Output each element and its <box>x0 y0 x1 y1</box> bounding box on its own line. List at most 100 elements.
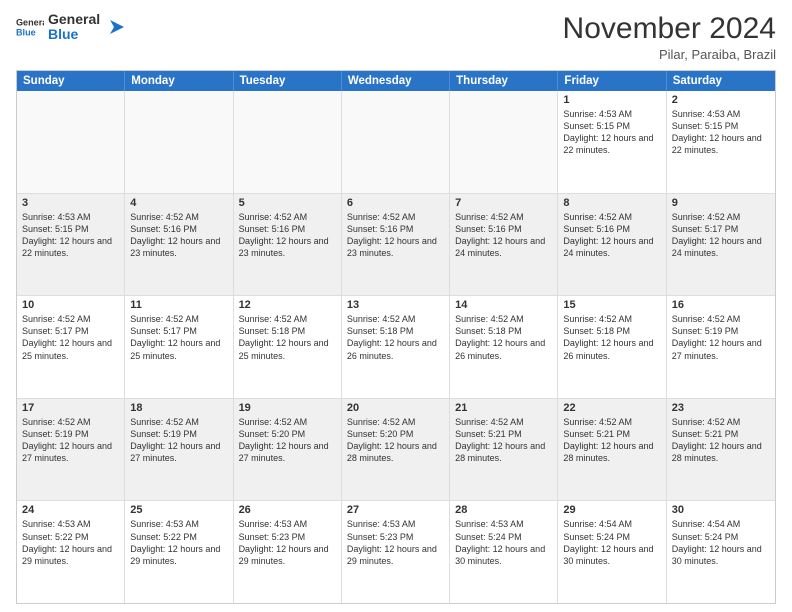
day-number: 30 <box>672 504 770 516</box>
empty-cell-w0c2 <box>234 91 342 193</box>
day-cell-3: 3 Sunrise: 4:53 AMSunset: 5:15 PMDaylight… <box>17 194 125 296</box>
logo-blue: Blue <box>48 27 100 42</box>
day-cell-21: 21 Sunrise: 4:52 AMSunset: 5:21 PMDayligh… <box>450 399 558 501</box>
header: General Blue General Blue November 2024 … <box>16 12 776 62</box>
day-cell-7: 7 Sunrise: 4:52 AMSunset: 5:16 PMDaylight… <box>450 194 558 296</box>
day-cell-14: 14 Sunrise: 4:52 AMSunset: 5:18 PMDayligh… <box>450 296 558 398</box>
day-info: Sunrise: 4:54 AMSunset: 5:24 PMDaylight:… <box>672 518 770 567</box>
day-info: Sunrise: 4:52 AMSunset: 5:18 PMDaylight:… <box>347 313 444 362</box>
day-info: Sunrise: 4:53 AMSunset: 5:22 PMDaylight:… <box>22 518 119 567</box>
week-row-1: 1 Sunrise: 4:53 AMSunset: 5:15 PMDaylight… <box>17 91 775 194</box>
day-info: Sunrise: 4:52 AMSunset: 5:18 PMDaylight:… <box>455 313 552 362</box>
day-number: 19 <box>239 402 336 414</box>
day-cell-25: 25Sunrise: 4:53 AMSunset: 5:22 PMDayligh… <box>125 501 233 603</box>
day-cell-17: 17Sunrise: 4:52 AMSunset: 5:19 PMDayligh… <box>17 399 125 501</box>
day-number: 6 <box>347 197 444 209</box>
week-row-5: 24 Sunrise: 4:53 AMSunset: 5:22 PMDayligh… <box>17 501 775 603</box>
title-block: November 2024 Pilar, Paraiba, Brazil <box>563 12 776 62</box>
month-title: November 2024 <box>563 12 776 45</box>
day-number: 20 <box>347 402 444 414</box>
logo-icon: General Blue <box>16 13 44 41</box>
day-cell-27: 27Sunrise: 4:53 AMSunset: 5:23 PMDayligh… <box>342 501 450 603</box>
svg-text:General: General <box>16 18 44 28</box>
day-number: 10 <box>22 299 119 311</box>
day-info: Sunrise: 4:52 AMSunset: 5:17 PMDaylight:… <box>672 211 770 260</box>
day-number: 1 <box>563 94 660 106</box>
calendar-body: 1 Sunrise: 4:53 AMSunset: 5:15 PMDaylight… <box>17 91 775 603</box>
day-cell-22: 22Sunrise: 4:52 AMSunset: 5:21 PMDayligh… <box>558 399 666 501</box>
day-number: 26 <box>239 504 336 516</box>
day-info: Sunrise: 4:52 AMSunset: 5:19 PMDaylight:… <box>672 313 770 362</box>
header-day-monday: Monday <box>125 71 233 91</box>
calendar: SundayMondayTuesdayWednesdayThursdayFrid… <box>16 70 776 604</box>
week-row-2: 3 Sunrise: 4:53 AMSunset: 5:15 PMDaylight… <box>17 194 775 297</box>
day-info: Sunrise: 4:52 AMSunset: 5:21 PMDaylight:… <box>672 416 770 465</box>
day-cell-18: 18 Sunrise: 4:52 AMSunset: 5:19 PMDayligh… <box>125 399 233 501</box>
header-day-saturday: Saturday <box>667 71 775 91</box>
day-info: Sunrise: 4:52 AMSunset: 5:16 PMDaylight:… <box>455 211 552 260</box>
day-cell-24: 24 Sunrise: 4:53 AMSunset: 5:22 PMDayligh… <box>17 501 125 603</box>
logo-general: General <box>48 12 100 27</box>
header-day-friday: Friday <box>558 71 666 91</box>
day-cell-6: 6 Sunrise: 4:52 AMSunset: 5:16 PMDaylight… <box>342 194 450 296</box>
page: General Blue General Blue November 2024 … <box>0 0 792 612</box>
day-info: Sunrise: 4:52 AMSunset: 5:19 PMDaylight:… <box>22 416 119 465</box>
day-info: Sunrise: 4:52 AMSunset: 5:16 PMDaylight:… <box>239 211 336 260</box>
header-day-wednesday: Wednesday <box>342 71 450 91</box>
day-number: 21 <box>455 402 552 414</box>
day-number: 12 <box>239 299 336 311</box>
day-number: 28 <box>455 504 552 516</box>
day-number: 18 <box>130 402 227 414</box>
day-number: 7 <box>455 197 552 209</box>
day-number: 13 <box>347 299 444 311</box>
day-cell-30: 30 Sunrise: 4:54 AMSunset: 5:24 PMDayligh… <box>667 501 775 603</box>
day-number: 27 <box>347 504 444 516</box>
day-number: 23 <box>672 402 770 414</box>
day-cell-29: 29Sunrise: 4:54 AMSunset: 5:24 PMDayligh… <box>558 501 666 603</box>
day-info: Sunrise: 4:52 AMSunset: 5:17 PMDaylight:… <box>130 313 227 362</box>
day-info: Sunrise: 4:53 AMSunset: 5:15 PMDaylight:… <box>672 108 770 157</box>
day-cell-10: 10 Sunrise: 4:52 AMSunset: 5:17 PMDayligh… <box>17 296 125 398</box>
day-info: Sunrise: 4:52 AMSunset: 5:16 PMDaylight:… <box>347 211 444 260</box>
day-cell-2: 2 Sunrise: 4:53 AMSunset: 5:15 PMDaylight… <box>667 91 775 193</box>
day-info: Sunrise: 4:52 AMSunset: 5:21 PMDaylight:… <box>563 416 660 465</box>
week-row-4: 17Sunrise: 4:52 AMSunset: 5:19 PMDayligh… <box>17 399 775 502</box>
day-cell-1: 1 Sunrise: 4:53 AMSunset: 5:15 PMDaylight… <box>558 91 666 193</box>
day-info: Sunrise: 4:53 AMSunset: 5:15 PMDaylight:… <box>563 108 660 157</box>
day-info: Sunrise: 4:52 AMSunset: 5:16 PMDaylight:… <box>130 211 227 260</box>
day-number: 4 <box>130 197 227 209</box>
header-day-tuesday: Tuesday <box>234 71 342 91</box>
day-cell-28: 28Sunrise: 4:53 AMSunset: 5:24 PMDayligh… <box>450 501 558 603</box>
day-info: Sunrise: 4:52 AMSunset: 5:17 PMDaylight:… <box>22 313 119 362</box>
day-number: 2 <box>672 94 770 106</box>
day-cell-13: 13 Sunrise: 4:52 AMSunset: 5:18 PMDayligh… <box>342 296 450 398</box>
empty-cell-w0c4 <box>450 91 558 193</box>
empty-cell-w0c0 <box>17 91 125 193</box>
day-info: Sunrise: 4:52 AMSunset: 5:18 PMDaylight:… <box>563 313 660 362</box>
week-row-3: 10 Sunrise: 4:52 AMSunset: 5:17 PMDayligh… <box>17 296 775 399</box>
day-cell-4: 4 Sunrise: 4:52 AMSunset: 5:16 PMDaylight… <box>125 194 233 296</box>
day-number: 16 <box>672 299 770 311</box>
day-info: Sunrise: 4:53 AMSunset: 5:15 PMDaylight:… <box>22 211 119 260</box>
day-info: Sunrise: 4:53 AMSunset: 5:23 PMDaylight:… <box>239 518 336 567</box>
day-cell-20: 20 Sunrise: 4:52 AMSunset: 5:20 PMDayligh… <box>342 399 450 501</box>
day-number: 29 <box>563 504 660 516</box>
day-number: 14 <box>455 299 552 311</box>
day-cell-8: 8Sunrise: 4:52 AMSunset: 5:16 PMDaylight… <box>558 194 666 296</box>
day-cell-19: 19Sunrise: 4:52 AMSunset: 5:20 PMDayligh… <box>234 399 342 501</box>
day-cell-12: 12Sunrise: 4:52 AMSunset: 5:18 PMDayligh… <box>234 296 342 398</box>
header-day-sunday: Sunday <box>17 71 125 91</box>
day-number: 5 <box>239 197 336 209</box>
day-number: 11 <box>130 299 227 311</box>
logo-arrow-icon <box>104 16 126 38</box>
day-info: Sunrise: 4:52 AMSunset: 5:21 PMDaylight:… <box>455 416 552 465</box>
day-info: Sunrise: 4:53 AMSunset: 5:22 PMDaylight:… <box>130 518 227 567</box>
day-info: Sunrise: 4:52 AMSunset: 5:20 PMDaylight:… <box>347 416 444 465</box>
empty-cell-w0c1 <box>125 91 233 193</box>
empty-cell-w0c3 <box>342 91 450 193</box>
day-number: 3 <box>22 197 119 209</box>
location: Pilar, Paraiba, Brazil <box>563 47 776 62</box>
day-number: 24 <box>22 504 119 516</box>
day-info: Sunrise: 4:52 AMSunset: 5:19 PMDaylight:… <box>130 416 227 465</box>
day-number: 15 <box>563 299 660 311</box>
